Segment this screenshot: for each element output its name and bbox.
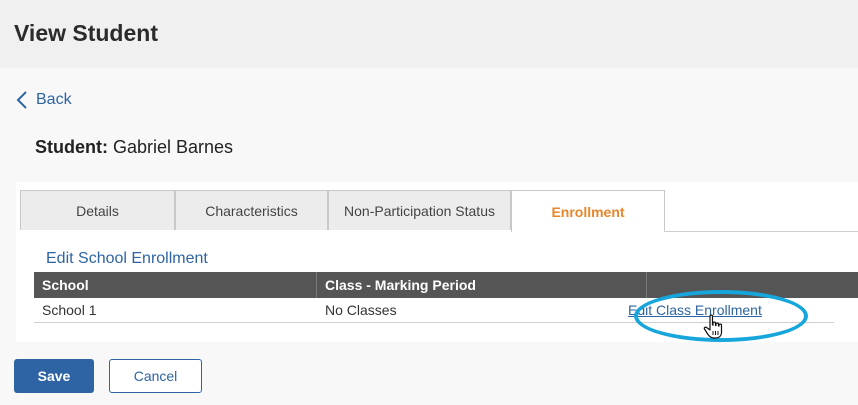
- tab-bar: Details Characteristics Non-Participatio…: [20, 190, 858, 232]
- student-name: Gabriel Barnes: [113, 137, 234, 157]
- cell-school: School 1: [42, 302, 97, 318]
- column-header-school: School: [34, 272, 317, 298]
- page-title: View Student: [14, 20, 158, 46]
- back-label: Back: [36, 91, 72, 108]
- column-header-class-marking-period: Class - Marking Period: [317, 272, 647, 298]
- student-heading: Student: Gabriel Barnes: [35, 137, 233, 158]
- hand-pointer-icon: [703, 314, 725, 345]
- cancel-button[interactable]: Cancel: [109, 359, 202, 393]
- tab-details[interactable]: Details: [20, 190, 175, 230]
- save-button[interactable]: Save: [14, 359, 94, 393]
- chevron-left-icon: [16, 90, 28, 110]
- cell-class-marking-period: No Classes: [325, 302, 397, 318]
- tab-characteristics[interactable]: Characteristics: [175, 190, 328, 230]
- back-link[interactable]: Back: [16, 90, 72, 110]
- edit-school-enrollment-link[interactable]: Edit School Enrollment: [46, 250, 208, 268]
- tab-non-participation-status[interactable]: Non-Participation Status: [328, 190, 511, 230]
- student-label: Student:: [35, 137, 108, 157]
- tab-enrollment[interactable]: Enrollment: [511, 190, 665, 232]
- tab-divider: [664, 231, 858, 232]
